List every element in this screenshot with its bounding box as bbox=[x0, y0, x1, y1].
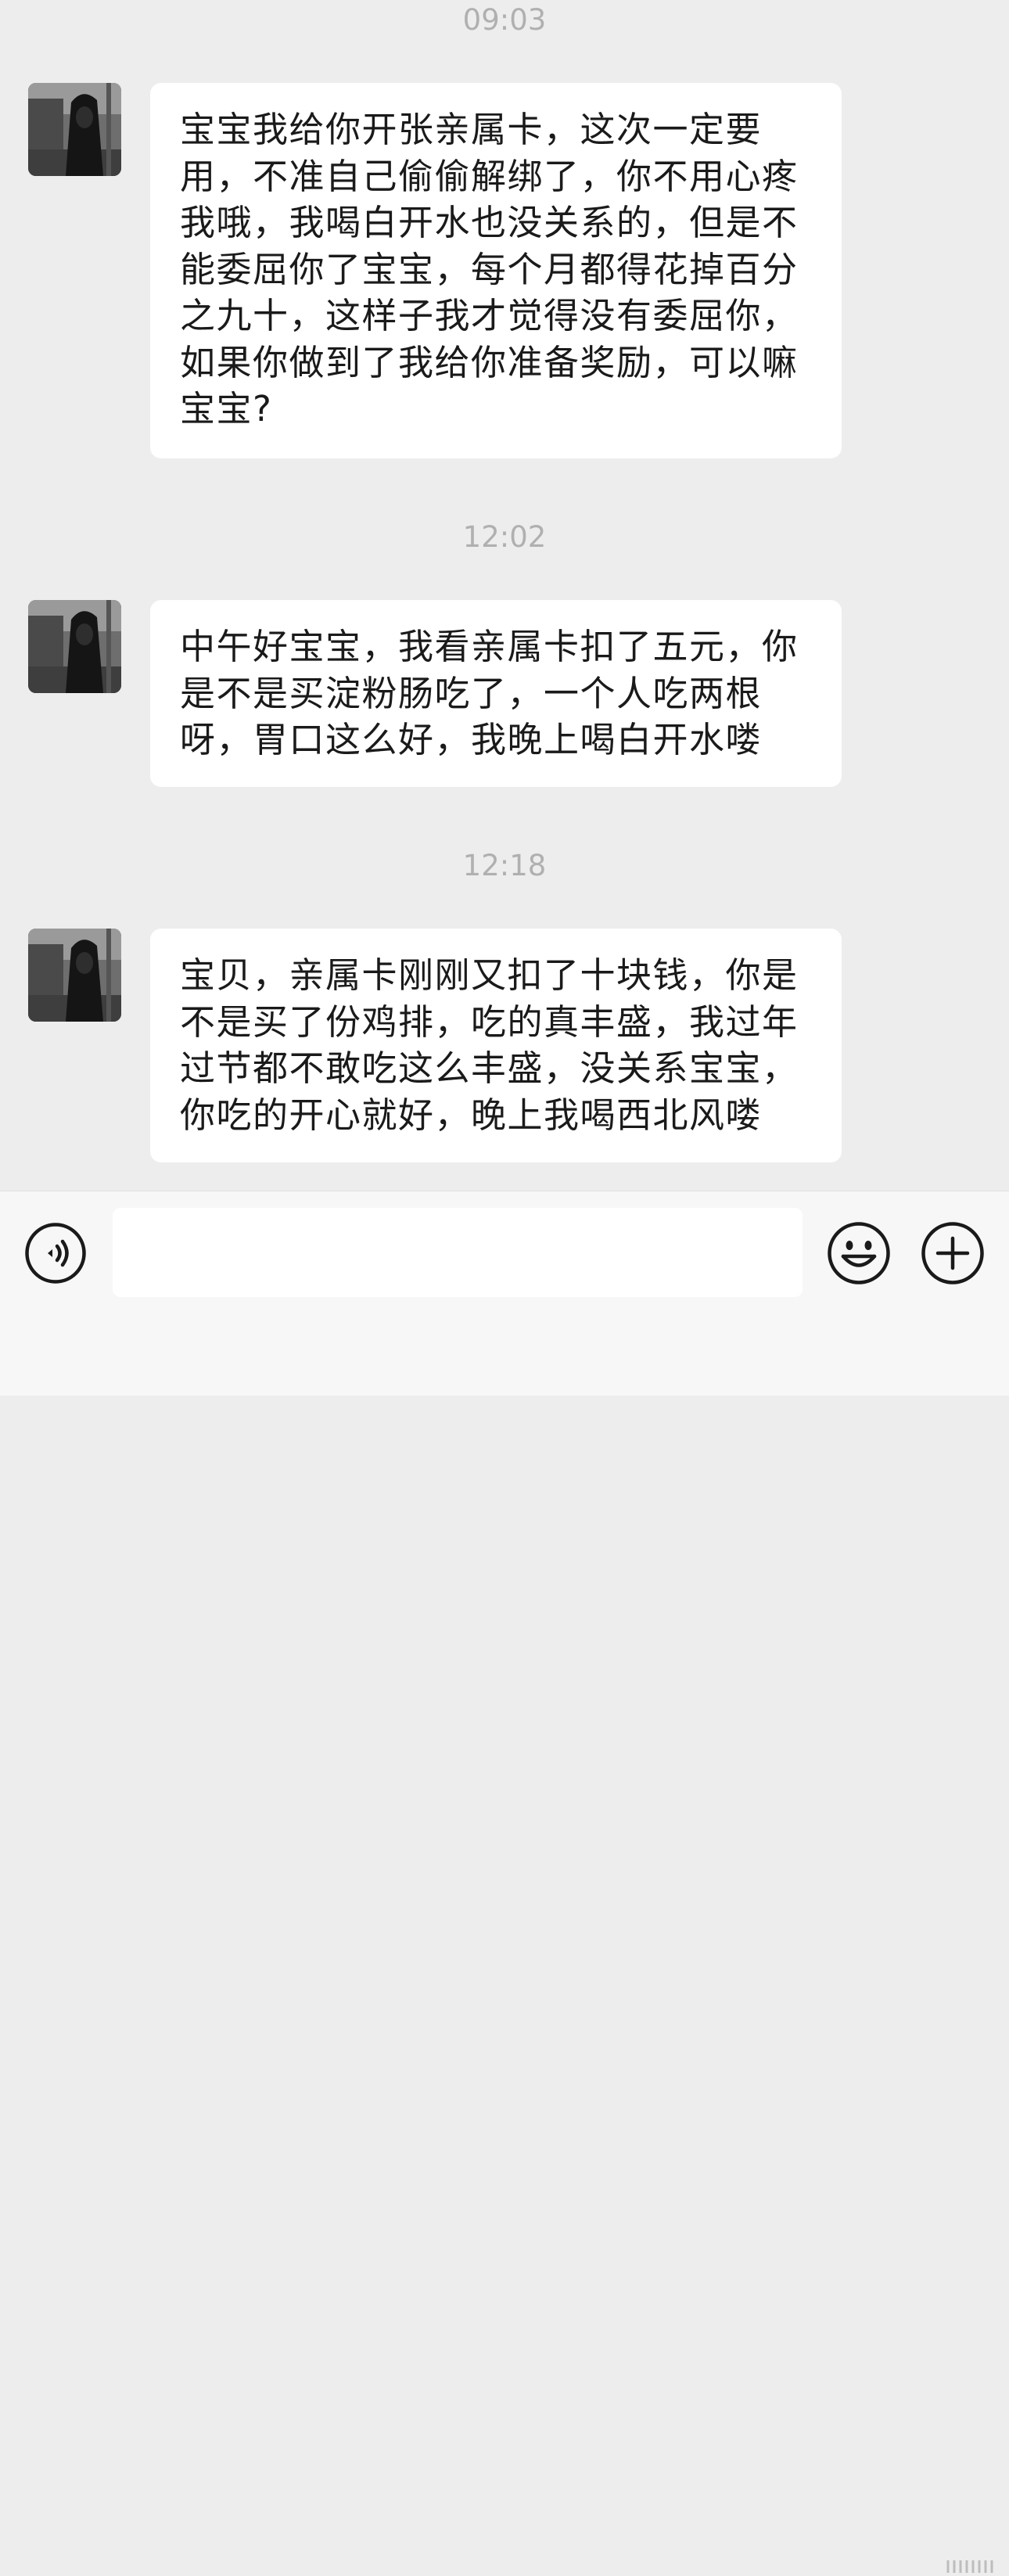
watermark-logo bbox=[946, 2560, 993, 2573]
message-text: 宝贝，亲属卡刚刚又扣了十块钱，你是不是买了份鸡排，吃的真丰盛，我过年过节都不敢吃… bbox=[180, 954, 799, 1136]
message-input[interactable] bbox=[113, 1208, 803, 1297]
avatar[interactable] bbox=[28, 83, 121, 176]
input-bar bbox=[0, 1191, 1009, 2573]
avatar[interactable] bbox=[28, 929, 121, 1022]
message-timestamp: 12:18 bbox=[462, 849, 547, 882]
message-bubble[interactable]: 中午好宝宝，我看亲属卡扣了五元，你是不是买淀粉肠吃了，一个人吃两根呀，胃口这么好… bbox=[150, 600, 842, 787]
chat-message-list[interactable]: 09:03 宝宝我给你开张亲属卡，这次一定要用，不准自己偷偷解绑了，你不用心疼我… bbox=[0, 0, 1009, 1191]
message-bubble[interactable]: 宝宝我给你开张亲属卡，这次一定要用，不准自己偷偷解绑了，你不用心疼我哦，我喝白开… bbox=[150, 83, 842, 458]
emoji-icon bbox=[828, 1222, 890, 1284]
voice-button[interactable] bbox=[24, 1222, 87, 1284]
emoji-button[interactable] bbox=[827, 1221, 891, 1285]
message-text: 中午好宝宝，我看亲属卡扣了五元，你是不是买淀粉肠吃了，一个人吃两根呀，胃口这么好… bbox=[180, 626, 799, 760]
add-button[interactable] bbox=[921, 1221, 985, 1285]
voice-icon bbox=[25, 1223, 86, 1284]
message-bubble[interactable]: 宝贝，亲属卡刚刚又扣了十块钱，你是不是买了份鸡排，吃的真丰盛，我过年过节都不敢吃… bbox=[150, 929, 842, 1162]
add-icon bbox=[921, 1222, 984, 1284]
message-timestamp: 09:03 bbox=[462, 3, 547, 37]
avatar[interactable] bbox=[28, 600, 121, 693]
message-timestamp: 12:02 bbox=[462, 520, 547, 554]
message-text: 宝宝我给你开张亲属卡，这次一定要用，不准自己偷偷解绑了，你不用心疼我哦，我喝白开… bbox=[180, 109, 799, 429]
